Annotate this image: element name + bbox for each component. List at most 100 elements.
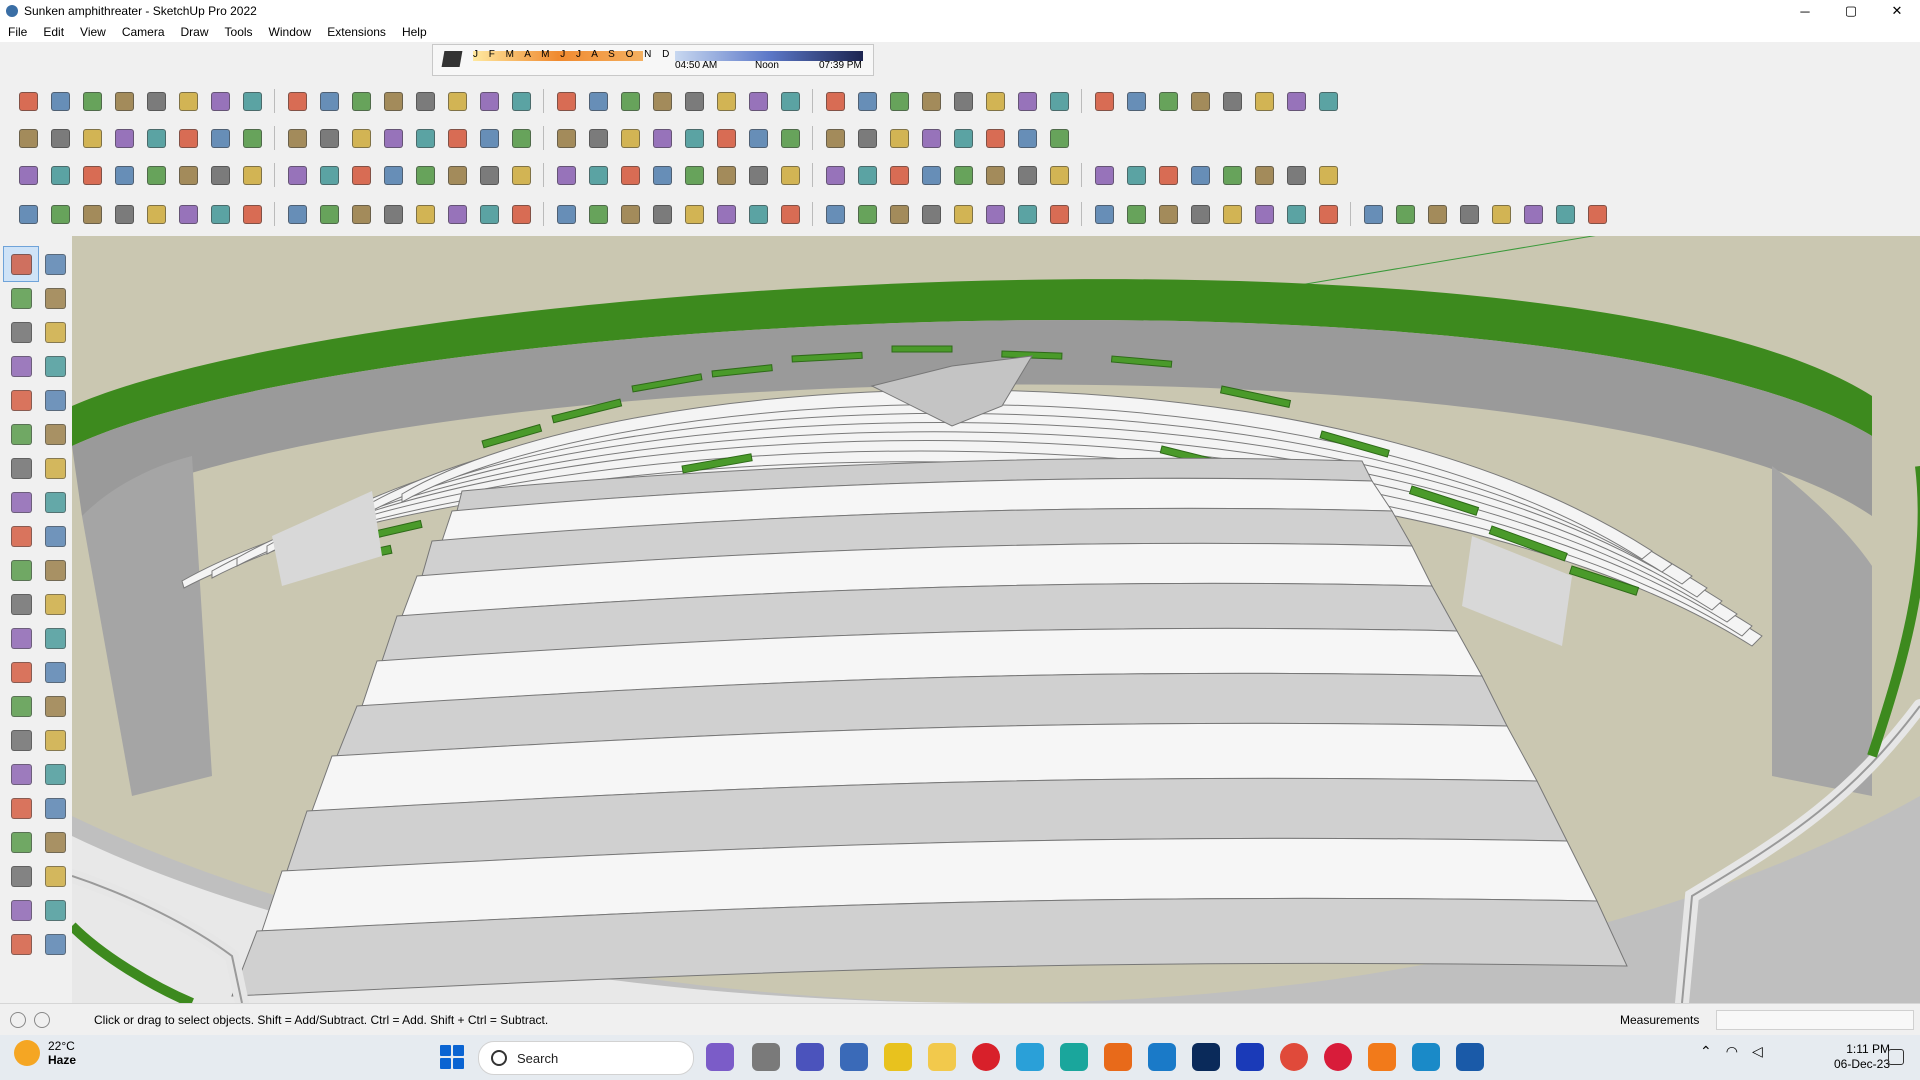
toolbar-button[interactable] xyxy=(144,89,168,113)
toolbar-button[interactable] xyxy=(176,202,200,226)
toolbar-button[interactable] xyxy=(1124,89,1148,113)
toolbar-button[interactable] xyxy=(650,126,674,150)
toolbar-button[interactable] xyxy=(413,126,437,150)
toolbar-button[interactable] xyxy=(240,163,264,187)
rotate-tool[interactable] xyxy=(4,553,38,587)
toolbar-button[interactable] xyxy=(682,89,706,113)
toolbar-button[interactable] xyxy=(1284,163,1308,187)
toolbar-button[interactable] xyxy=(1553,202,1577,226)
toolbar-button[interactable] xyxy=(413,202,437,226)
toolbar-button[interactable] xyxy=(855,163,879,187)
toolbar-button[interactable] xyxy=(1047,202,1071,226)
toolbar-button[interactable] xyxy=(1252,89,1276,113)
toolbar-button[interactable] xyxy=(823,202,847,226)
toolbar-button[interactable] xyxy=(349,89,373,113)
telegram-icon[interactable] xyxy=(1016,1043,1044,1071)
toolbar-button[interactable] xyxy=(586,126,610,150)
toolbar-button[interactable] xyxy=(919,163,943,187)
toolbar-button[interactable] xyxy=(887,126,911,150)
axes-tool[interactable] xyxy=(4,689,38,723)
toolbar-button[interactable] xyxy=(746,163,770,187)
toolbar-button[interactable] xyxy=(778,126,802,150)
freehand-tool[interactable] xyxy=(38,349,72,383)
toolbar-button[interactable] xyxy=(855,126,879,150)
clock[interactable]: 1:11 PM 06-Dec-23 xyxy=(1810,1042,1890,1072)
notification-icon[interactable] xyxy=(1888,1049,1904,1065)
toolbar-button[interactable] xyxy=(650,163,674,187)
toolbar-button[interactable] xyxy=(285,163,309,187)
toolbar-button[interactable] xyxy=(1047,126,1071,150)
rectangle-tool[interactable] xyxy=(4,383,38,417)
grammarly-icon[interactable] xyxy=(1104,1043,1132,1071)
toolbar-button[interactable] xyxy=(381,89,405,113)
component-tool[interactable] xyxy=(4,315,38,349)
push-pull-tool[interactable] xyxy=(38,519,72,553)
walk-tool[interactable] xyxy=(4,859,38,893)
toolbar-button[interactable] xyxy=(887,89,911,113)
toolbar-button[interactable] xyxy=(1188,89,1212,113)
toolbar-button[interactable] xyxy=(445,89,469,113)
toolbar-button[interactable] xyxy=(477,126,501,150)
photoshop-icon[interactable] xyxy=(1192,1043,1220,1071)
toolbar-button[interactable] xyxy=(823,126,847,150)
toolbar-button[interactable] xyxy=(413,89,437,113)
toolbar-button[interactable] xyxy=(983,202,1007,226)
sketchup-active-icon[interactable] xyxy=(1456,1043,1484,1071)
soundcloud-icon[interactable] xyxy=(1368,1043,1396,1071)
toolbar-button[interactable] xyxy=(349,126,373,150)
toolbar-button[interactable] xyxy=(1284,89,1308,113)
layer-4-tool[interactable] xyxy=(38,927,72,961)
toolbar-button[interactable] xyxy=(714,89,738,113)
toolbar-button[interactable] xyxy=(1092,89,1116,113)
toolbar-button[interactable] xyxy=(1092,202,1116,226)
pan-tool[interactable] xyxy=(38,723,72,757)
toolbar-button[interactable] xyxy=(349,202,373,226)
toolbar-button[interactable] xyxy=(778,202,802,226)
toolbar-button[interactable] xyxy=(778,89,802,113)
steam-icon[interactable] xyxy=(1148,1043,1176,1071)
toolbar-button[interactable] xyxy=(1457,202,1481,226)
zoom-extents-tool[interactable] xyxy=(4,791,38,825)
toolbar-button[interactable] xyxy=(714,126,738,150)
offset-tool[interactable] xyxy=(38,587,72,621)
toolbar-button[interactable] xyxy=(1015,126,1039,150)
calculator-icon[interactable] xyxy=(840,1043,868,1071)
chrome-icon[interactable] xyxy=(1280,1043,1308,1071)
toolbar-button[interactable] xyxy=(1156,89,1180,113)
toolbar-button[interactable] xyxy=(554,89,578,113)
toolbar-button[interactable] xyxy=(80,202,104,226)
wifi-icon[interactable]: ◠ xyxy=(1726,1043,1738,1060)
toolbar-button[interactable] xyxy=(1220,89,1244,113)
toolbar-button[interactable] xyxy=(16,202,40,226)
measurements-input[interactable] xyxy=(1716,1010,1914,1030)
toolbar-button[interactable] xyxy=(112,163,136,187)
toolbar-button[interactable] xyxy=(778,163,802,187)
toolbar-button[interactable] xyxy=(112,202,136,226)
menu-draw[interactable]: Draw xyxy=(173,25,217,39)
toolbar-button[interactable] xyxy=(317,126,341,150)
toolbar-button[interactable] xyxy=(1047,89,1071,113)
dimension-tool[interactable] xyxy=(38,621,72,655)
toolbar-button[interactable] xyxy=(586,89,610,113)
menu-extensions[interactable]: Extensions xyxy=(319,25,394,39)
toolbar-button[interactable] xyxy=(176,163,200,187)
section-plane-tool[interactable] xyxy=(38,859,72,893)
toolbar-button[interactable] xyxy=(1393,202,1417,226)
polygon-tool[interactable] xyxy=(38,417,72,451)
start-button[interactable] xyxy=(440,1045,464,1069)
toolbar-button[interactable] xyxy=(1316,202,1340,226)
toolbar-button[interactable] xyxy=(176,89,200,113)
pie-tool[interactable] xyxy=(4,485,38,519)
toolbar-button[interactable] xyxy=(144,163,168,187)
toolbar-button[interactable] xyxy=(16,163,40,187)
menu-camera[interactable]: Camera xyxy=(114,25,173,39)
toolbar-button[interactable] xyxy=(586,163,610,187)
scale-tool[interactable] xyxy=(4,587,38,621)
toolbar-button[interactable] xyxy=(887,163,911,187)
zoom-window-tool[interactable] xyxy=(38,757,72,791)
toolbar-button[interactable] xyxy=(477,202,501,226)
chevron-up-icon[interactable]: ⌃ xyxy=(1700,1043,1712,1060)
toolbar-button[interactable] xyxy=(48,89,72,113)
toolbar-button[interactable] xyxy=(823,163,847,187)
toolbar-button[interactable] xyxy=(951,163,975,187)
